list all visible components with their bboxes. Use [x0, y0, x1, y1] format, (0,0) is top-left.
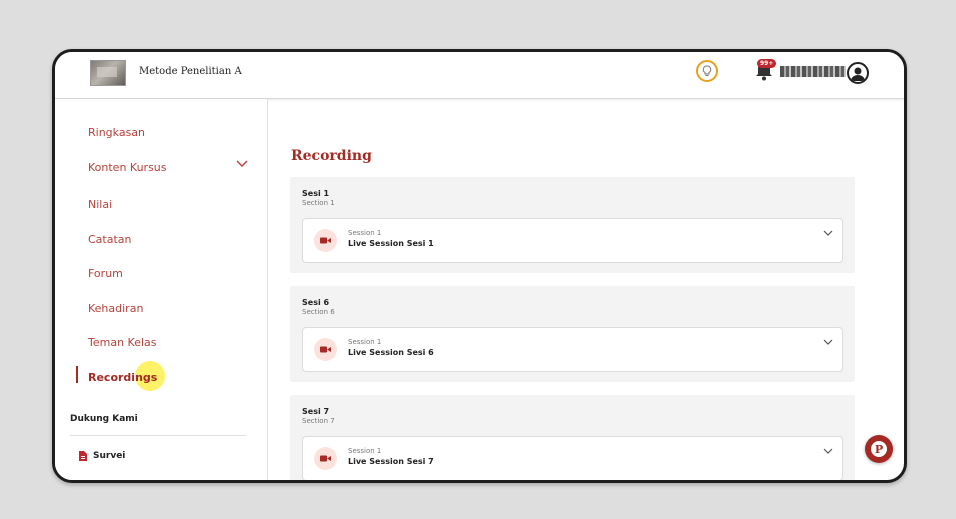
video-camera-icon [314, 229, 337, 252]
chevron-down-icon[interactable] [823, 339, 833, 345]
session-section: Sesi 7 Section 7 Session 1 Live Session … [290, 395, 855, 480]
page-title: Recording [291, 148, 372, 164]
support-heading: Dukung Kami [70, 414, 138, 424]
app-window: Metode Penelitian A 99+ Ringkasan Konten… [52, 49, 907, 483]
sidebar: Ringkasan Konten Kursus Nilai Catatan Fo… [55, 99, 268, 480]
help-chat-button[interactable]: P [865, 435, 893, 463]
sidebar-item-konten-kursus[interactable]: Konten Kursus [88, 161, 167, 174]
chevron-down-icon[interactable] [823, 448, 833, 454]
section-subtitle: Section 6 [302, 308, 335, 316]
section-name: Sesi 7 [302, 407, 330, 416]
session-title: Live Session Sesi 1 [348, 239, 434, 248]
lightbulb-icon[interactable] [696, 60, 718, 82]
section-name: Sesi 6 [302, 298, 330, 307]
sidebar-item-survei[interactable]: Survei [93, 451, 125, 461]
chevron-down-icon[interactable] [823, 230, 833, 236]
divider [70, 435, 246, 436]
sidebar-item-nilai[interactable]: Nilai [88, 198, 112, 211]
recording-card[interactable]: Session 1 Live Session Sesi 1 [302, 218, 843, 263]
sidebar-item-catatan[interactable]: Catatan [88, 233, 132, 246]
sidebar-item-kehadiran[interactable]: Kehadiran [88, 302, 143, 315]
active-indicator [76, 366, 78, 383]
fab-letter: P [871, 441, 887, 457]
sidebar-item-ringkasan[interactable]: Ringkasan [88, 126, 145, 139]
session-title: Live Session Sesi 6 [348, 348, 434, 357]
course-title[interactable]: Metode Penelitian A [139, 66, 242, 77]
document-icon [79, 451, 87, 461]
course-thumbnail[interactable] [90, 60, 126, 86]
sidebar-item-forum[interactable]: Forum [88, 267, 123, 280]
recording-card[interactable]: Session 1 Live Session Sesi 6 [302, 327, 843, 372]
video-camera-icon [314, 447, 337, 470]
session-label: Session 1 [348, 447, 382, 455]
sidebar-item-teman-kelas[interactable]: Teman Kelas [88, 336, 157, 349]
session-section: Sesi 6 Section 6 Session 1 Live Session … [290, 286, 855, 382]
session-label: Session 1 [348, 229, 382, 237]
user-avatar-icon[interactable] [847, 62, 869, 84]
section-name: Sesi 1 [302, 189, 330, 198]
sidebar-item-recordings[interactable]: Recordings [88, 371, 157, 384]
section-subtitle: Section 1 [302, 199, 335, 207]
notification-badge: 99+ [757, 59, 777, 68]
recording-card[interactable]: Session 1 Live Session Sesi 7 [302, 436, 843, 480]
top-bar: Metode Penelitian A 99+ [55, 52, 904, 99]
session-title: Live Session Sesi 7 [348, 457, 434, 466]
chevron-down-icon[interactable] [236, 160, 248, 168]
video-camera-icon [314, 338, 337, 361]
session-section: Sesi 1 Section 1 Session 1 Live Session … [290, 177, 855, 273]
session-label: Session 1 [348, 338, 382, 346]
section-subtitle: Section 7 [302, 417, 335, 425]
username-redacted[interactable] [780, 66, 846, 77]
main-content: Recording Sesi 1 Section 1 Session 1 Liv… [268, 99, 904, 480]
